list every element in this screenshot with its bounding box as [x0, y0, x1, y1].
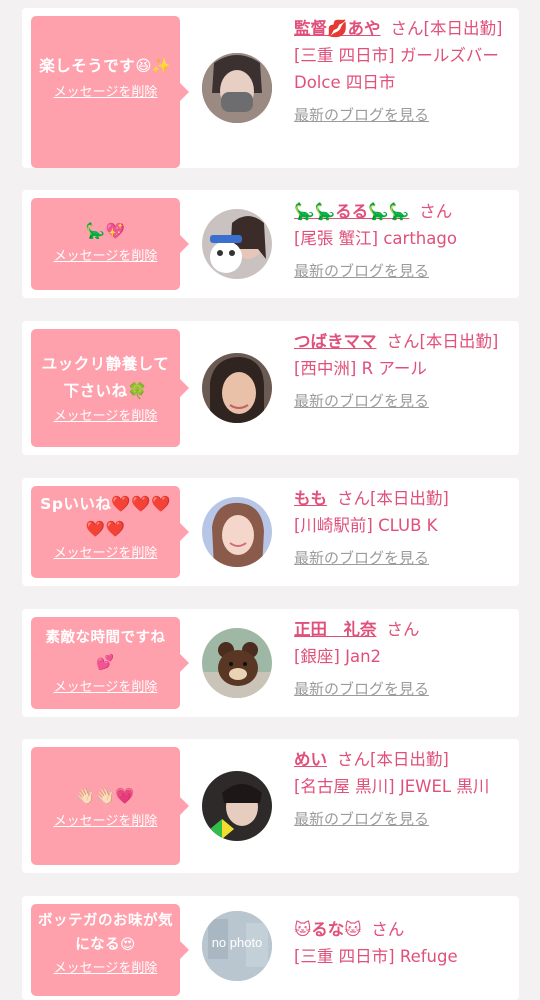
avatar[interactable]	[202, 353, 272, 423]
message-bubble: 素敵な時間ですね💕 メッセージを削除	[31, 617, 189, 709]
shop-link[interactable]: [三重 四日市] ガールズバー Dolce 四日市	[294, 46, 499, 92]
sender-info: 🐱るな🐱 さん [三重 四日市] Refuge	[294, 916, 506, 970]
sender-suffix: さん[本日出勤]	[390, 19, 503, 38]
shop-link[interactable]: [三重 四日市] Refuge	[294, 947, 458, 966]
message-card: 👋🏻👋🏻💗 メッセージを削除 めい さん[本日出勤] [名古屋 黒川] JEWEL…	[22, 739, 519, 873]
sender-info: 正田 礼奈 さん [銀座] Jan2 最新のブログを見る	[294, 616, 506, 703]
avatar[interactable]	[202, 628, 272, 698]
message-bubble: 🦕💖 メッセージを削除	[31, 198, 189, 290]
smiling-woman-photo-icon	[202, 497, 272, 567]
message-text: ボッテガのお味が気になる😍	[38, 913, 173, 953]
sender-name-link[interactable]: 🐱るな🐱	[294, 920, 361, 939]
woman-with-plush-photo-icon	[202, 209, 272, 279]
avatar[interactable]	[202, 771, 272, 841]
no-photo-label: no photo	[211, 935, 263, 950]
message-bubble: ユックリ静養して下さいね🍀 メッセージを削除	[31, 329, 189, 447]
sender-info: つばきママ さん[本日出勤] [西中洲] R アール 最新のブログを見る	[294, 328, 506, 415]
message-text: 🦕💖	[85, 222, 126, 240]
delete-message-link[interactable]: メッセージを削除	[54, 248, 158, 266]
message-card: 楽しそうです😆✨ メッセージを削除 監督💋あや さん[本日出勤] [三重 四日市]…	[22, 8, 519, 168]
avatar[interactable]: no photo	[202, 911, 272, 981]
avatar[interactable]	[202, 53, 272, 123]
avatar[interactable]	[202, 497, 272, 567]
delete-message-link[interactable]: メッセージを削除	[54, 84, 158, 102]
latest-blog-link[interactable]: 最新のブログを見る	[294, 545, 506, 572]
latest-blog-link[interactable]: 最新のブログを見る	[294, 258, 506, 285]
message-bubble: 楽しそうです😆✨ メッセージを削除	[31, 16, 189, 168]
latest-blog-link[interactable]: 最新のブログを見る	[294, 806, 506, 833]
message-text: ユックリ静養して下さいね🍀	[41, 355, 170, 400]
sender-suffix: さん	[419, 202, 453, 221]
woman-with-badge-photo-icon	[202, 771, 272, 841]
delete-message-link[interactable]: メッセージを削除	[54, 408, 158, 426]
sender-info: めい さん[本日出勤] [名古屋 黒川] JEWEL 黒川 最新のブログを見る	[294, 746, 506, 833]
brown-bear-photo-icon	[202, 628, 272, 698]
message-text: Spいいね❤️❤️❤️❤️❤️	[40, 495, 171, 538]
shop-link[interactable]: [名古屋 黒川] JEWEL 黒川	[294, 777, 489, 796]
latest-blog-link[interactable]: 最新のブログを見る	[294, 676, 506, 703]
shop-link[interactable]: [尾張 蟹江] carthago	[294, 229, 457, 248]
message-card: 🦕💖 メッセージを削除 🦕🦕るる🦕🦕 さん [尾張 蟹江] carthago 最新…	[22, 190, 519, 298]
message-card: ボッテガのお味が気になる😍 メッセージを削除 no photo 🐱るな🐱 さん […	[22, 896, 519, 1000]
sender-suffix: さん	[371, 920, 405, 939]
latest-blog-link[interactable]: 最新のブログを見る	[294, 388, 506, 415]
masked-woman-photo-icon	[202, 53, 272, 123]
message-text: 楽しそうです😆✨	[39, 57, 172, 75]
woman-portrait-photo-icon	[202, 353, 272, 423]
sender-name-link[interactable]: もも	[294, 489, 327, 508]
shop-link[interactable]: [銀座] Jan2	[294, 647, 381, 666]
sender-info: 🦕🦕るる🦕🦕 さん [尾張 蟹江] carthago 最新のブログを見る	[294, 198, 506, 285]
delete-message-link[interactable]: メッセージを削除	[54, 813, 158, 831]
sender-suffix: さん[本日出勤]	[337, 489, 449, 508]
message-bubble: Spいいね❤️❤️❤️❤️❤️ メッセージを削除	[31, 486, 189, 578]
sender-name-link[interactable]: 監督💋あや	[294, 19, 381, 38]
sender-name-link[interactable]: 正田 礼奈	[294, 620, 377, 639]
avatar[interactable]	[202, 209, 272, 279]
message-card: Spいいね❤️❤️❤️❤️❤️ メッセージを削除 もも さん[本日出勤] [川崎駅…	[22, 478, 519, 586]
delete-message-link[interactable]: メッセージを削除	[54, 960, 158, 978]
message-text: 👋🏻👋🏻💗	[75, 787, 136, 805]
message-bubble: 👋🏻👋🏻💗 メッセージを削除	[31, 747, 189, 865]
sender-name-link[interactable]: つばきママ	[294, 332, 377, 351]
sender-suffix: さん	[386, 620, 420, 639]
sender-name-link[interactable]: めい	[294, 750, 327, 769]
shop-link[interactable]: [西中洲] R アール	[294, 359, 427, 378]
delete-message-link[interactable]: メッセージを削除	[54, 545, 158, 563]
delete-message-link[interactable]: メッセージを削除	[54, 679, 158, 697]
sender-suffix: さん[本日出勤]	[337, 750, 449, 769]
sender-info: 監督💋あや さん[本日出勤] [三重 四日市] ガールズバー Dolce 四日市 …	[294, 15, 506, 129]
sender-name-link[interactable]: 🦕🦕るる🦕🦕	[294, 202, 409, 221]
shop-link[interactable]: [川崎駅前] CLUB K	[294, 516, 437, 535]
sender-suffix: さん[本日出勤]	[386, 332, 499, 351]
sender-info: もも さん[本日出勤] [川崎駅前] CLUB K 最新のブログを見る	[294, 485, 506, 572]
message-text: 素敵な時間ですね💕	[45, 630, 166, 671]
message-card: 素敵な時間ですね💕 メッセージを削除 正田 礼奈 さん [銀座] Jan2 最新の…	[22, 609, 519, 717]
message-card: ユックリ静養して下さいね🍀 メッセージを削除 つばきママ さん[本日出勤] [西中…	[22, 321, 519, 455]
latest-blog-link[interactable]: 最新のブログを見る	[294, 102, 506, 129]
message-bubble: ボッテガのお味が気になる😍 メッセージを削除	[31, 904, 189, 996]
